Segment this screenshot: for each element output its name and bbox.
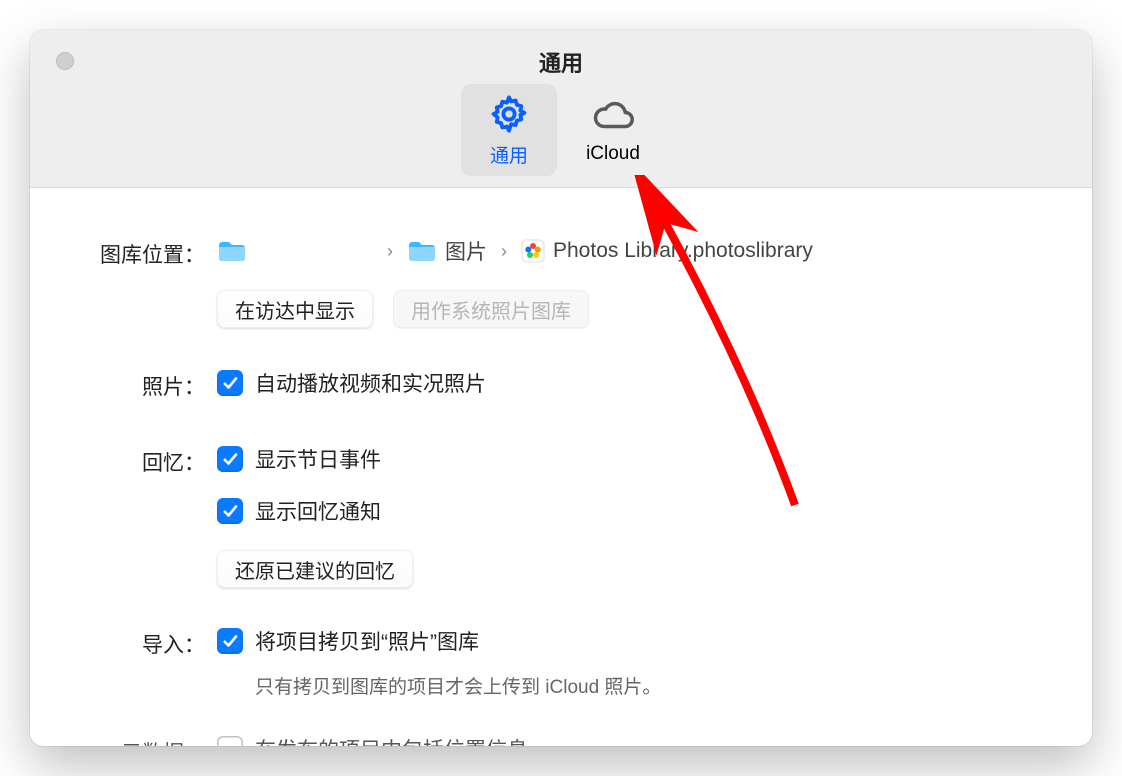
- import-note: 只有拷贝到图库的项目才会上传到 iCloud 照片。: [255, 672, 661, 699]
- label-photos: 照片：: [30, 368, 205, 401]
- tab-general[interactable]: 通用: [461, 84, 557, 176]
- preferences-window: 通用 通用: [30, 30, 1092, 746]
- checkbox-memories-notifications[interactable]: [217, 498, 243, 524]
- pictures-folder-icon: [407, 239, 437, 263]
- path-library-name: Photos Library.photoslibrary: [553, 239, 813, 263]
- chevron-right-icon: ›: [381, 241, 399, 262]
- label-library-location: 图库位置：: [30, 236, 205, 269]
- photos-library-icon: [521, 239, 545, 263]
- label-memories: 回忆：: [30, 444, 205, 477]
- redacted-username: [255, 239, 373, 263]
- library-path: › 图片 ›: [217, 236, 813, 266]
- checkbox-memories-notifications-label: 显示回忆通知: [255, 496, 381, 526]
- gear-icon: [488, 93, 530, 135]
- label-metadata: 元数据：: [30, 734, 205, 746]
- checkbox-autoplay[interactable]: [217, 370, 243, 396]
- checkbox-include-location-label: 在发布的项目中包括位置信息: [255, 734, 528, 746]
- titlebar: 通用 通用: [30, 30, 1092, 188]
- use-as-system-library-button: 用作系统照片图库: [393, 290, 589, 328]
- toolbar-tabs: 通用 iCloud: [30, 84, 1092, 176]
- checkbox-holiday-events[interactable]: [217, 446, 243, 472]
- tab-icloud[interactable]: iCloud: [565, 84, 661, 176]
- checkbox-copy-to-library-label: 将项目拷贝到“照片”图库: [255, 626, 479, 656]
- checkbox-include-location[interactable]: [217, 736, 243, 746]
- label-import: 导入：: [30, 626, 205, 659]
- tab-icloud-label: iCloud: [586, 143, 640, 165]
- reset-suggested-memories-button[interactable]: 还原已建议的回忆: [217, 550, 413, 588]
- tab-general-label: 通用: [490, 141, 528, 168]
- checkbox-copy-to-library[interactable]: [217, 628, 243, 654]
- window-title: 通用: [30, 46, 1092, 78]
- checkbox-holiday-events-label: 显示节日事件: [255, 444, 381, 474]
- preferences-body: 图库位置： › 图片 ›: [30, 188, 1092, 746]
- show-in-finder-button[interactable]: 在访达中显示: [217, 290, 373, 328]
- chevron-right-icon: ›: [495, 241, 513, 262]
- path-pictures: 图片: [445, 236, 487, 266]
- home-folder-icon: [217, 239, 247, 263]
- cloud-icon: [592, 95, 634, 137]
- checkbox-autoplay-label: 自动播放视频和实况照片: [255, 368, 486, 398]
